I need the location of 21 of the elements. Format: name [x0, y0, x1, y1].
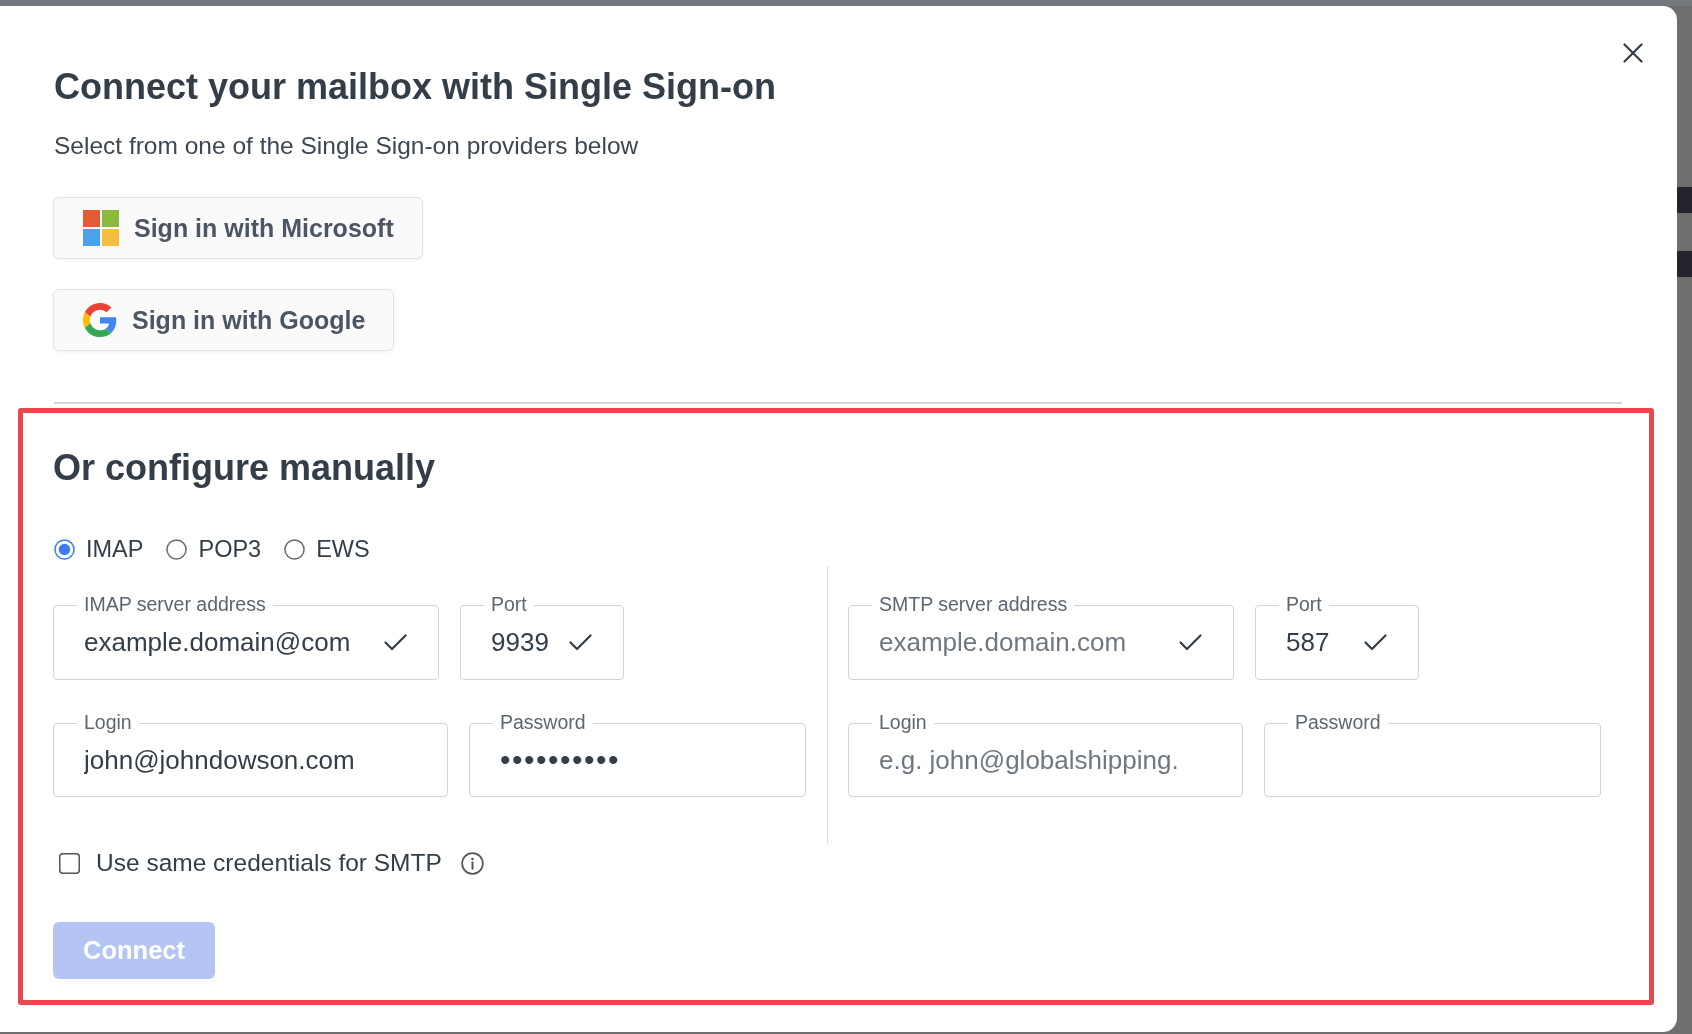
check-icon — [1179, 634, 1202, 651]
dialog-subtitle: Select from one of the Single Sign-on providers below — [54, 132, 639, 160]
dimmed-bar — [1677, 251, 1692, 277]
field-label: Login — [77, 711, 139, 734]
section-heading: Or configure manually — [53, 448, 436, 488]
sign-in-button[interactable]: Sign in with Microsoft — [53, 197, 423, 259]
google-logo-icon — [83, 303, 117, 337]
sign-in-button[interactable]: Sign in with Google — [53, 289, 395, 351]
same-credentials-checkbox[interactable]: Use same credentials for SMTP — [59, 850, 442, 876]
microsoft-logo-icon — [83, 210, 119, 246]
protocol-option[interactable]: EWS — [284, 536, 370, 562]
dimmed-bar — [1677, 187, 1692, 213]
dialog-title: Connect your mailbox with Single Sign-on — [54, 67, 777, 107]
check-icon — [384, 634, 407, 651]
check-icon — [569, 634, 592, 651]
info-icon[interactable] — [460, 851, 484, 875]
protocol-option[interactable]: POP3 — [166, 536, 262, 562]
field-label: Login — [872, 711, 934, 734]
close-icon[interactable] — [1623, 43, 1643, 63]
protocol-option[interactable]: IMAP — [54, 536, 144, 562]
check-icon — [1364, 634, 1387, 651]
